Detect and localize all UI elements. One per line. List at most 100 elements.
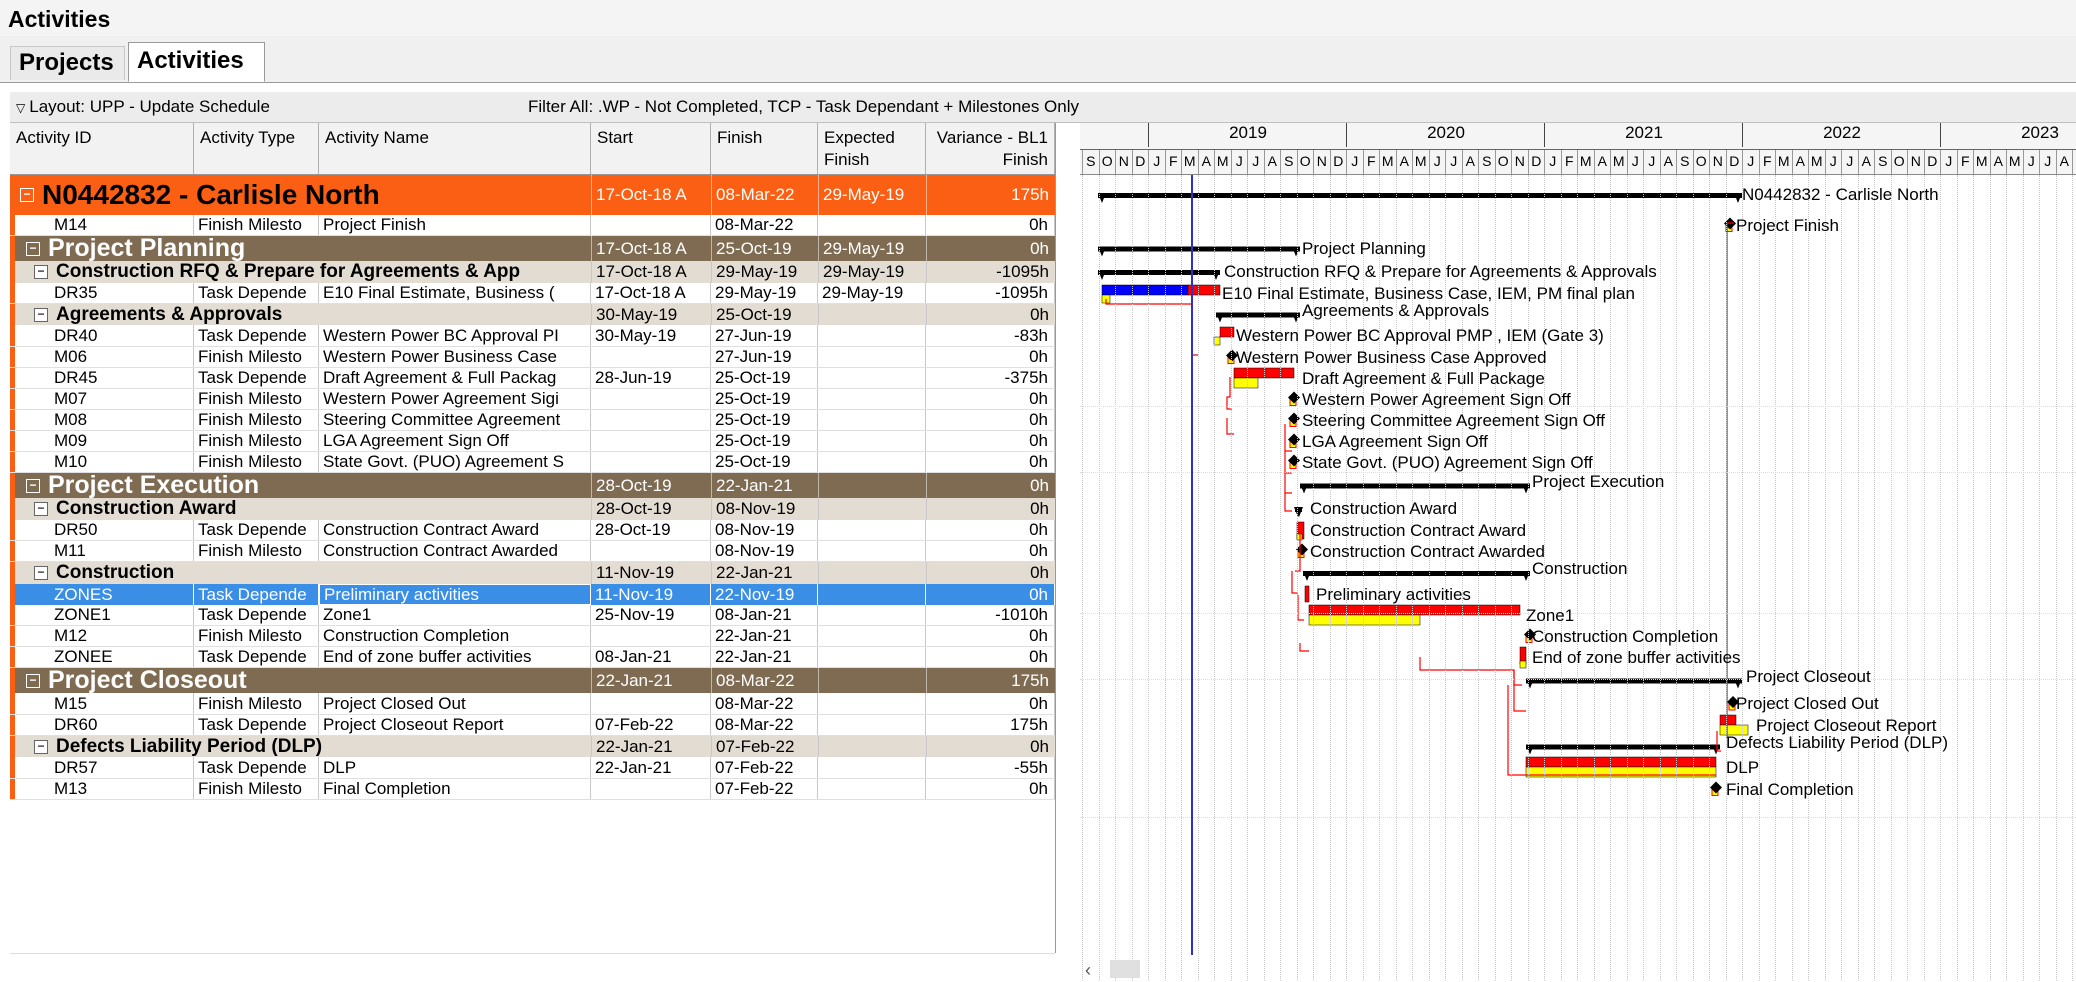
cell-finish[interactable]: 07-Feb-22 xyxy=(711,736,818,757)
cell-start[interactable]: 28-Oct-19 xyxy=(591,473,711,498)
cell-id[interactable]: DR35 xyxy=(50,283,194,303)
table-row[interactable]: M15 Finish Milesto Project Closed Out 08-Ma… xyxy=(10,693,1055,715)
wbs-row[interactable]: − Project Planning 17-Oct-18 A 25-Oct-19 29-… xyxy=(10,236,1055,261)
wbs-row[interactable]: − N0442832 - Carlisle North 17-Oct-18 A 08-… xyxy=(10,175,1055,215)
cell-expected[interactable] xyxy=(818,584,926,605)
cell-finish[interactable]: 27-Jun-19 xyxy=(711,347,818,367)
collapse-icon[interactable]: − xyxy=(34,307,48,322)
cell-type[interactable]: Task Depende xyxy=(194,368,319,388)
cell-start[interactable] xyxy=(591,347,711,367)
collapse-icon[interactable]: − xyxy=(26,673,40,688)
cell-variance[interactable]: -1095h xyxy=(926,283,1055,303)
collapse-icon[interactable]: − xyxy=(34,265,48,279)
cell-finish[interactable]: 07-Feb-22 xyxy=(711,779,818,799)
cell-type[interactable]: Task Depende xyxy=(194,283,319,303)
cell-type[interactable]: Task Depende xyxy=(194,647,319,667)
cell-variance[interactable]: 0h xyxy=(926,347,1055,367)
cell-variance[interactable]: -83h xyxy=(926,325,1055,346)
cell-finish[interactable]: 25-Oct-19 xyxy=(711,410,818,430)
cell-name[interactable]: Steering Committee Agreement xyxy=(319,410,591,430)
cell-type[interactable]: Finish Milesto xyxy=(194,215,319,235)
cell-variance[interactable]: 0h xyxy=(926,473,1055,498)
filter-label[interactable]: Filter All: .WP - Not Completed, TCP - T… xyxy=(528,97,1079,117)
cell-finish[interactable]: 25-Oct-19 xyxy=(711,389,818,409)
cell-expected[interactable] xyxy=(818,520,926,540)
cell-name[interactable]: Zone1 xyxy=(319,605,591,625)
collapse-icon[interactable]: − xyxy=(34,502,48,516)
table-row[interactable]: M11 Finish Milesto Construction Contract A… xyxy=(10,541,1055,562)
cell-start[interactable]: 28-Oct-19 xyxy=(591,498,711,520)
wbs-name-cell[interactable]: − Defects Liability Period (DLP) xyxy=(30,736,591,757)
wbs-name-cell[interactable]: − Construction RFQ & Prepare for Agreemen… xyxy=(30,261,591,283)
cell-type[interactable]: Finish Milesto xyxy=(194,389,319,409)
col-header-expected-finish[interactable]: Expected Finish xyxy=(818,123,926,174)
wbs-row[interactable]: − Construction RFQ & Prepare for Agreemen… xyxy=(10,261,1055,283)
cell-name[interactable]: Construction Completion xyxy=(319,626,591,646)
cell-finish[interactable]: 29-May-19 xyxy=(711,283,818,303)
cell-expected[interactable] xyxy=(818,779,926,799)
cell-finish[interactable]: 08-Mar-22 xyxy=(711,668,818,693)
cell-start[interactable]: 30-May-19 xyxy=(591,325,711,346)
cell-start[interactable] xyxy=(591,410,711,430)
table-row[interactable]: DR50 Task Depende Construction Contract Aw… xyxy=(10,520,1055,541)
cell-name[interactable]: DLP xyxy=(319,757,591,778)
wbs-name-cell[interactable]: − Construction Award xyxy=(30,498,591,520)
table-row[interactable]: ZONE1 Task Depende Zone1 25-Nov-19 08-Jan-21… xyxy=(10,605,1055,626)
cell-expected[interactable]: 29-May-19 xyxy=(818,236,926,261)
cell-finish[interactable]: 25-Oct-19 xyxy=(711,304,818,325)
cell-expected[interactable] xyxy=(818,368,926,388)
cell-expected[interactable] xyxy=(818,498,926,520)
wbs-row[interactable]: − Project Execution 28-Oct-19 22-Jan-21 0h xyxy=(10,473,1055,498)
cell-expected[interactable] xyxy=(818,736,926,757)
cell-type[interactable]: Finish Milesto xyxy=(194,452,319,472)
cell-name[interactable]: Construction Contract Awarded xyxy=(319,541,591,561)
cell-start[interactable]: 08-Jan-21 xyxy=(591,647,711,667)
cell-start[interactable]: 17-Oct-18 A xyxy=(591,261,711,283)
cell-type[interactable]: Finish Milesto xyxy=(194,410,319,430)
cell-finish[interactable]: 08-Mar-22 xyxy=(711,175,818,215)
table-row[interactable]: M14 Finish Milesto Project Finish 08-Mar-22… xyxy=(10,215,1055,236)
cell-finish[interactable]: 08-Jan-21 xyxy=(711,605,818,625)
cell-finish[interactable]: 22-Jan-21 xyxy=(711,562,818,584)
cell-variance[interactable]: -375h xyxy=(926,368,1055,388)
cell-id[interactable]: ZONEE xyxy=(50,647,194,667)
cell-name[interactable]: E10 Final Estimate, Business ( xyxy=(319,283,591,303)
table-row[interactable]: DR45 Task Depende Draft Agreement & Full P… xyxy=(10,368,1055,389)
cell-expected[interactable] xyxy=(818,541,926,561)
col-header-variance[interactable]: Variance - BL1 Finish xyxy=(926,123,1055,174)
table-row[interactable]: DR57 Task Depende DLP 22-Jan-21 07-Feb-22 -55… xyxy=(10,757,1055,779)
cell-expected[interactable] xyxy=(818,431,926,451)
cell-type[interactable]: Finish Milesto xyxy=(194,626,319,646)
cell-expected[interactable] xyxy=(818,452,926,472)
cell-expected[interactable]: 29-May-19 xyxy=(818,175,926,215)
scroll-left-icon[interactable]: ‹ xyxy=(1085,960,1091,981)
cell-variance[interactable]: 0h xyxy=(926,498,1055,520)
cell-expected[interactable] xyxy=(818,605,926,625)
cell-start[interactable]: 11-Nov-19 xyxy=(591,584,711,605)
table-row[interactable]: DR40 Task Depende Western Power BC Approva… xyxy=(10,325,1055,347)
cell-finish[interactable]: 22-Jan-21 xyxy=(711,473,818,498)
cell-finish[interactable]: 08-Mar-22 xyxy=(711,715,818,735)
cell-finish[interactable]: 08-Nov-19 xyxy=(711,541,818,561)
cell-name[interactable]: Project Closed Out xyxy=(319,693,591,714)
cell-name[interactable]: State Govt. (PUO) Agreement S xyxy=(319,452,591,472)
cell-id[interactable]: DR40 xyxy=(50,325,194,346)
cell-finish[interactable]: 07-Feb-22 xyxy=(711,757,818,778)
cell-expected[interactable]: 29-May-19 xyxy=(818,283,926,303)
cell-name[interactable]: Construction Contract Award xyxy=(319,520,591,540)
collapse-icon[interactable]: − xyxy=(20,188,34,202)
cell-finish[interactable]: 08-Mar-22 xyxy=(711,215,818,235)
cell-variance[interactable]: 0h xyxy=(926,452,1055,472)
cell-expected[interactable]: 29-May-19 xyxy=(818,261,926,283)
cell-id[interactable]: M08 xyxy=(50,410,194,430)
cell-start[interactable] xyxy=(591,693,711,714)
table-row[interactable]: ZONES Task Depende Preliminary activities 1… xyxy=(10,584,1055,605)
cell-variance[interactable]: 0h xyxy=(926,647,1055,667)
cell-expected[interactable] xyxy=(818,715,926,735)
cell-id[interactable]: ZONE1 xyxy=(50,605,194,625)
cell-start[interactable]: 17-Oct-18 A xyxy=(591,175,711,215)
cell-start[interactable]: 28-Oct-19 xyxy=(591,520,711,540)
cell-id[interactable]: DR60 xyxy=(50,715,194,735)
cell-id[interactable]: M09 xyxy=(50,431,194,451)
horizontal-scrollbar-thumb[interactable] xyxy=(1110,960,1140,978)
